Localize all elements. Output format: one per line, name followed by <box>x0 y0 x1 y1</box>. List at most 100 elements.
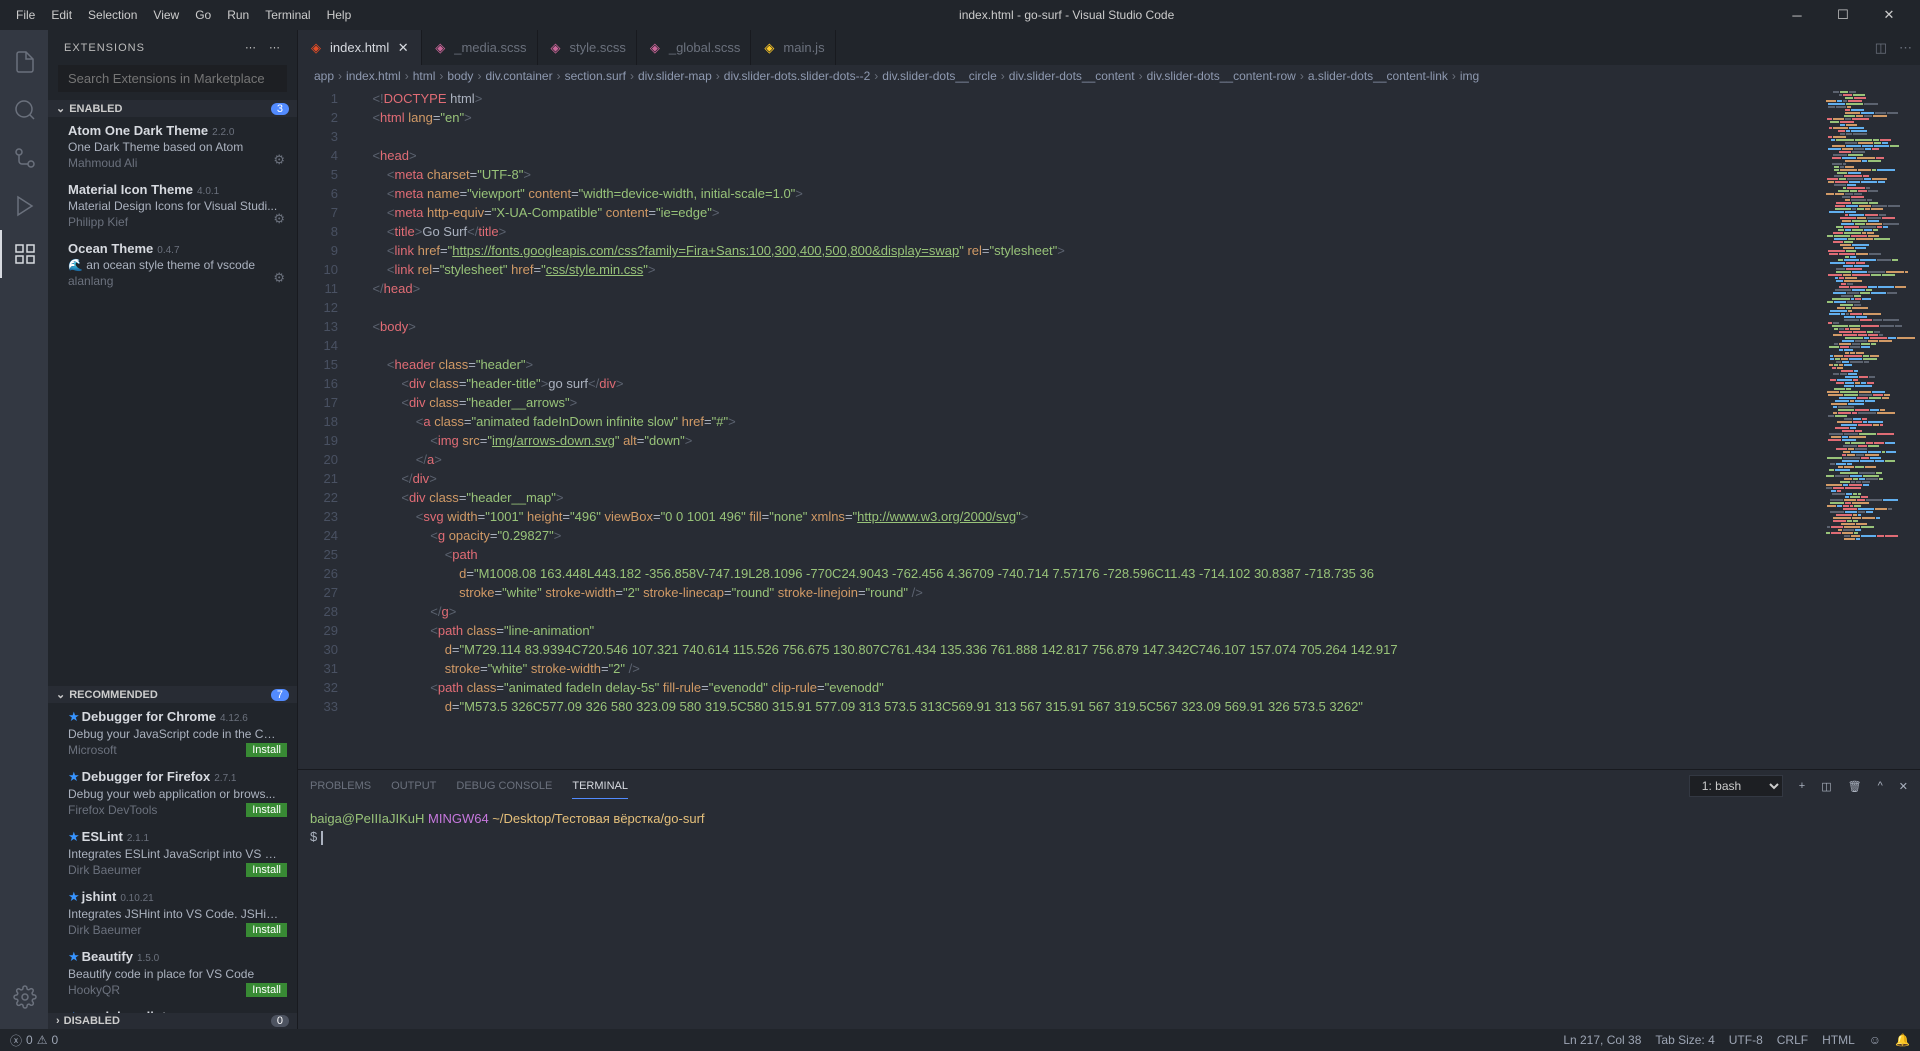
breadcrumb-item[interactable]: section.surf <box>565 69 626 83</box>
panel-tab-problems[interactable]: PROBLEMS <box>310 774 371 798</box>
status-position[interactable]: Ln 217, Col 38 <box>1563 1033 1641 1047</box>
breadcrumb-item[interactable]: body <box>447 69 473 83</box>
gear-icon[interactable]: ⚙ <box>273 211 285 227</box>
breadcrumb-sep: › <box>557 69 561 83</box>
breadcrumb-item[interactable]: div.slider-dots__content <box>1009 69 1135 83</box>
install-button[interactable]: Install <box>246 863 287 877</box>
activity-debug[interactable] <box>0 182 48 230</box>
panel: PROBLEMS OUTPUT DEBUG CONSOLE TERMINAL 1… <box>298 769 1920 1029</box>
tab-index.html[interactable]: ◈ index.html ✕ <box>298 30 422 65</box>
extension-item[interactable]: ★Beautify1.5.0 Beautify code in place fo… <box>48 943 297 1003</box>
breadcrumb-item[interactable]: div.slider-dots.slider-dots--2 <box>724 69 871 83</box>
tab-style.scss[interactable]: ◈ style.scss <box>538 30 637 65</box>
close-panel-icon[interactable]: ✕ <box>1899 780 1908 793</box>
breadcrumb-sep: › <box>630 69 634 83</box>
menu-go[interactable]: Go <box>187 4 219 26</box>
breadcrumb-item[interactable]: div.container <box>485 69 552 83</box>
more-icon[interactable]: ⋯ <box>269 41 281 54</box>
ext-name: Beautify <box>82 949 133 964</box>
statusbar: ⓧ0 ⚠0 Ln 217, Col 38 Tab Size: 4 UTF-8 C… <box>0 1029 1920 1051</box>
breadcrumb-item[interactable]: index.html <box>346 69 401 83</box>
disabled-section-header[interactable]: › DISABLED 0 <box>48 1013 297 1029</box>
install-button[interactable]: Install <box>246 983 287 997</box>
new-terminal-icon[interactable]: + <box>1799 780 1805 792</box>
activity-search[interactable] <box>0 86 48 134</box>
terminal-select[interactable]: 1: bash <box>1689 775 1783 797</box>
activity-extensions[interactable] <box>0 230 48 278</box>
status-bell-icon[interactable]: 🔔 <box>1895 1033 1910 1047</box>
breadcrumb-sep: › <box>439 69 443 83</box>
tab-label: main.js <box>783 40 824 55</box>
extension-item[interactable]: Material Icon Theme4.0.1 Material Design… <box>48 176 297 235</box>
filter-icon[interactable]: ⋯ <box>245 41 257 54</box>
editor-content[interactable]: 1234567891011121314151617181920212223242… <box>298 87 1920 769</box>
install-button[interactable]: Install <box>246 803 287 817</box>
tab-main.js[interactable]: ◈ main.js <box>751 30 835 65</box>
activity-settings[interactable] <box>0 973 48 1021</box>
install-button[interactable]: Install <box>246 923 287 937</box>
menu-run[interactable]: Run <box>219 4 257 26</box>
breadcrumb-item[interactable]: div.slider-dots__content-row <box>1147 69 1296 83</box>
extension-item[interactable]: ★markdownlint0.34.0 Markdown linting and… <box>48 1003 297 1013</box>
panel-tab-debug[interactable]: DEBUG CONSOLE <box>456 774 552 798</box>
trash-icon[interactable]: 🗑 <box>1848 780 1862 793</box>
breadcrumb-item[interactable]: div.slider-map <box>638 69 712 83</box>
breadcrumbs: app›index.html›html›body›div.container›s… <box>298 65 1920 87</box>
extension-item[interactable]: ★Debugger for Firefox2.7.1 Debug your we… <box>48 763 297 823</box>
menu-file[interactable]: File <box>8 4 43 26</box>
html-icon: ◈ <box>308 40 324 56</box>
panel-tab-terminal[interactable]: TERMINAL <box>572 774 628 799</box>
menu-terminal[interactable]: Terminal <box>257 4 318 26</box>
terminal-content[interactable]: baiga@PeIIIaJIKuH MINGW64 ~/Desktop/Тест… <box>298 802 1920 1029</box>
breadcrumb-sep: › <box>1452 69 1456 83</box>
extension-item[interactable]: ★ESLint2.1.1 Integrates ESLint JavaScrip… <box>48 823 297 883</box>
menu-view[interactable]: View <box>145 4 187 26</box>
extension-item[interactable]: ★jshint0.10.21 Integrates JSHint into VS… <box>48 883 297 943</box>
breadcrumb-item[interactable]: a.slider-dots__content-link <box>1308 69 1448 83</box>
tab-_media.scss[interactable]: ◈ _media.scss <box>422 30 537 65</box>
breadcrumb-item[interactable]: div.slider-dots__circle <box>882 69 997 83</box>
status-language[interactable]: HTML <box>1822 1033 1855 1047</box>
ext-version: 2.1.1 <box>127 833 149 844</box>
close-button[interactable]: ✕ <box>1866 0 1912 30</box>
breadcrumb-item[interactable]: html <box>413 69 436 83</box>
enabled-section-header[interactable]: ⌄ ENABLED 3 <box>48 100 297 117</box>
status-eol[interactable]: CRLF <box>1777 1033 1808 1047</box>
extension-item[interactable]: ★Debugger for Chrome4.12.6 Debug your Ja… <box>48 703 297 763</box>
gear-icon[interactable]: ⚙ <box>273 152 285 168</box>
status-tab-size[interactable]: Tab Size: 4 <box>1655 1033 1714 1047</box>
close-tab-icon[interactable]: ✕ <box>395 40 411 56</box>
search-input[interactable] <box>58 65 287 92</box>
activity-source-control[interactable] <box>0 134 48 182</box>
status-encoding[interactable]: UTF-8 <box>1729 1033 1763 1047</box>
breadcrumb-item[interactable]: app <box>314 69 334 83</box>
minimize-button[interactable]: ─ <box>1774 0 1820 30</box>
status-errors[interactable]: ⓧ0 ⚠0 <box>10 1032 58 1049</box>
breadcrumb-item[interactable]: img <box>1460 69 1479 83</box>
gear-icon[interactable]: ⚙ <box>273 270 285 286</box>
split-terminal-icon[interactable]: ◫ <box>1821 780 1831 793</box>
panel-tab-output[interactable]: OUTPUT <box>391 774 436 798</box>
activity-explorer[interactable] <box>0 38 48 86</box>
ext-desc: Debug your web application or brows... <box>68 787 281 801</box>
extension-item[interactable]: Ocean Theme0.4.7 🌊 an ocean style theme … <box>48 235 297 294</box>
menu-help[interactable]: Help <box>319 4 360 26</box>
menu-edit[interactable]: Edit <box>43 4 80 26</box>
maximize-button[interactable]: ☐ <box>1820 0 1866 30</box>
recommended-section-header[interactable]: ⌄ RECOMMENDED 7 <box>48 686 297 703</box>
terminal-shell: MINGW64 <box>428 811 489 826</box>
ext-version: 0.4.7 <box>157 245 179 256</box>
more-actions-icon[interactable]: ⋯ <box>1899 40 1912 56</box>
menu-selection[interactable]: Selection <box>80 4 145 26</box>
split-editor-icon[interactable]: ◫ <box>1875 40 1887 56</box>
extension-item[interactable]: Atom One Dark Theme2.2.0 One Dark Theme … <box>48 117 297 176</box>
maximize-panel-icon[interactable]: ^ <box>1878 780 1883 792</box>
tab-_global.scss[interactable]: ◈ _global.scss <box>637 30 752 65</box>
ext-version: 1.5.0 <box>137 953 159 964</box>
status-feedback-icon[interactable]: ☺ <box>1869 1033 1881 1047</box>
code-area[interactable]: <!DOCTYPE html> <html lang="en"> <head> … <box>358 87 1820 769</box>
breadcrumb-sep: › <box>1300 69 1304 83</box>
install-button[interactable]: Install <box>246 743 287 757</box>
warning-icon: ⚠ <box>37 1033 48 1047</box>
minimap[interactable] <box>1820 87 1920 769</box>
